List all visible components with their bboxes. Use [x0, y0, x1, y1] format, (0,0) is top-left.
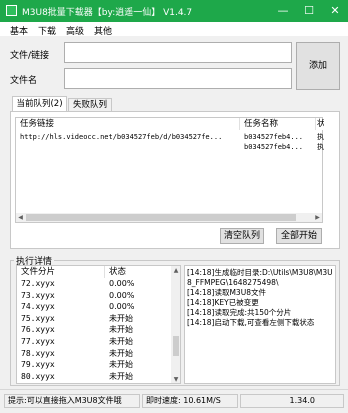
tab-current-queue[interactable]: 当前队列(2): [12, 96, 67, 112]
chunk-row-status[interactable]: 未开始: [109, 337, 169, 347]
chunk-row-status[interactable]: 未开始: [109, 349, 169, 359]
url-input[interactable]: [64, 42, 292, 63]
column-file-chunk[interactable]: 文件分片: [17, 266, 105, 278]
chunk-row-file[interactable]: 73.xyyx: [21, 291, 103, 301]
maximize-button[interactable]: ☐: [296, 0, 322, 22]
chunk-row-file[interactable]: 77.xyyx: [21, 337, 103, 347]
scroll-down-icon[interactable]: ▼: [171, 375, 180, 383]
scroll-right-icon[interactable]: ▶: [313, 213, 322, 222]
minimize-button[interactable]: —: [270, 0, 296, 22]
queue-scrollbar[interactable]: ◀ ▶: [16, 213, 322, 222]
queue-list[interactable]: 任务链接 任务名称 状 http://hls.videocc.net/b0345…: [15, 117, 324, 223]
clear-queue-button[interactable]: 清空队列: [220, 228, 264, 244]
menu-basic[interactable]: 基本: [10, 24, 28, 37]
column-chunk-status[interactable]: 状态: [105, 266, 171, 278]
chunk-row-status[interactable]: 未开始: [109, 360, 169, 370]
column-status[interactable]: 状: [316, 118, 324, 130]
queue-row-2-status[interactable]: 执: [317, 142, 324, 152]
queue-row-2-name[interactable]: b034527feb4...: [244, 142, 316, 152]
queue-scroll-thumb[interactable]: [26, 214, 296, 221]
chunk-row-file[interactable]: 74.xyyx: [21, 302, 103, 312]
queue-row-1-name[interactable]: b034527feb4...: [244, 132, 316, 142]
chunk-row-file[interactable]: 78.xyyx: [21, 349, 103, 359]
scroll-up-icon[interactable]: ▲: [171, 266, 180, 275]
scroll-left-icon[interactable]: ◀: [16, 213, 25, 222]
chunk-row-status[interactable]: 未开始: [109, 314, 169, 324]
filename-input[interactable]: [64, 68, 292, 89]
start-all-button[interactable]: 全部开始: [276, 228, 322, 244]
window-title: M3U8批量下载器【by:逍遥一仙】 V1.4.7: [22, 8, 193, 18]
menu-other[interactable]: 其他: [94, 24, 112, 37]
column-task-link[interactable]: 任务链接: [16, 118, 240, 130]
menu-advanced[interactable]: 高级: [66, 24, 84, 37]
queue-row-1-status[interactable]: 执: [317, 132, 324, 142]
filename-label: 文件名: [10, 76, 38, 86]
app-icon: [6, 5, 17, 16]
chunk-row-status[interactable]: 0.00%: [109, 302, 169, 312]
chunk-scrollbar[interactable]: ▲ ▼: [171, 266, 180, 383]
menu-bar: 基本 下载 高级 其他: [0, 22, 348, 37]
chunk-row-status[interactable]: 未开始: [109, 372, 169, 382]
chunk-row-status[interactable]: 未开始: [109, 325, 169, 335]
add-button[interactable]: 添加: [296, 42, 340, 90]
chunk-row-file[interactable]: 75.xyyx: [21, 314, 103, 324]
close-button[interactable]: ✕: [322, 0, 348, 22]
status-tip: 提示:可以直接拖入M3U8文件哦: [4, 394, 140, 408]
status-value: 1.34.0: [240, 394, 344, 408]
column-task-name[interactable]: 任务名称: [240, 118, 316, 130]
menu-download[interactable]: 下载: [38, 24, 56, 37]
chunk-row-file[interactable]: 72.xyyx: [21, 279, 103, 289]
chunk-list[interactable]: 文件分片 状态 72.xyyx 0.00% 73.xyyx 0.00% 74.xyyx 0…: [16, 265, 181, 384]
chunk-row-file[interactable]: 80.xyyx: [21, 372, 103, 382]
title-bar[interactable]: M3U8批量下载器【by:逍遥一仙】 V1.4.7 — ☐ ✕: [0, 0, 348, 22]
log-text: [14:18]生成临时目录:D:\Utils\M3U8\M3U8_FFMPEG\…: [187, 268, 333, 327]
chunk-row-status[interactable]: 0.00%: [109, 279, 169, 289]
url-label: 文件/链接: [10, 51, 50, 61]
chunk-row-file[interactable]: 79.xyyx: [21, 360, 103, 370]
queue-row-1-link[interactable]: http://hls.videocc.net/b034527feb/d/b034…: [20, 132, 238, 142]
tab-failed-queue[interactable]: 失败队列: [68, 98, 112, 112]
chunk-scroll-thumb[interactable]: [173, 336, 179, 356]
chunk-row-file[interactable]: 76.xyyx: [21, 325, 103, 335]
chunk-row-status[interactable]: 0.00%: [109, 291, 169, 301]
log-panel[interactable]: [14:18]生成临时目录:D:\Utils\M3U8\M3U8_FFMPEG\…: [184, 265, 336, 384]
download-speed: 即时速度: 10.61M/S: [142, 394, 238, 408]
